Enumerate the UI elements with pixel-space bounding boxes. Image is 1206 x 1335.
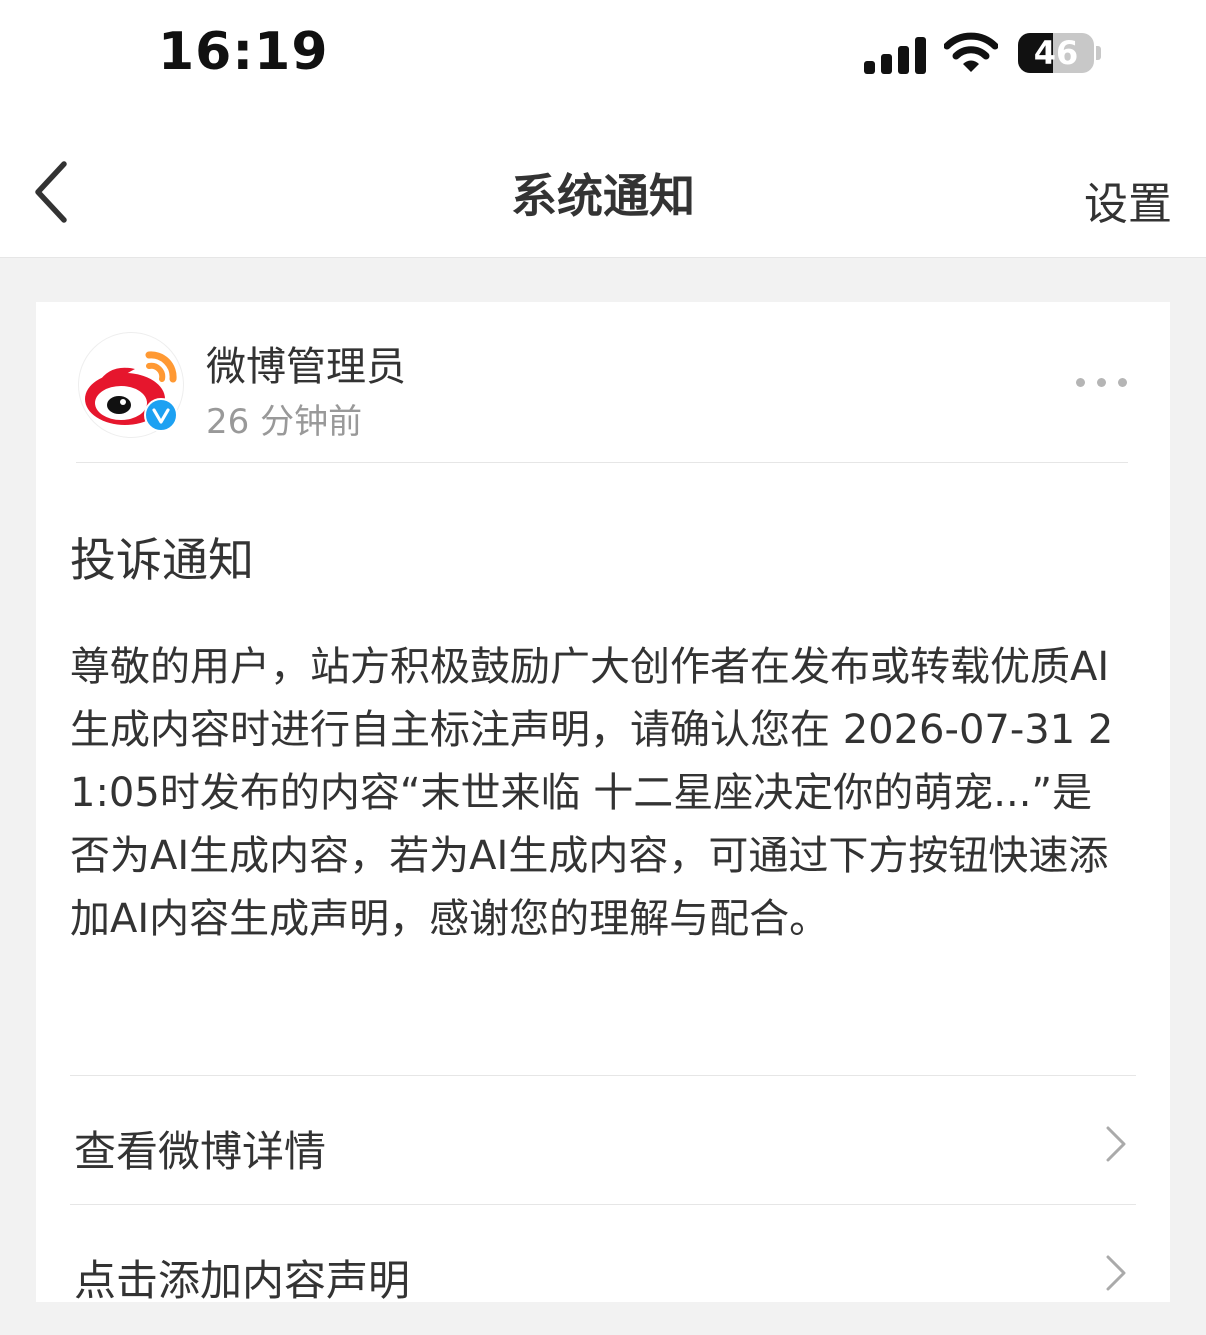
view-weibo-details-button[interactable]: 查看微博详情 bbox=[70, 1078, 1136, 1206]
battery-percent: 46 bbox=[1033, 34, 1079, 72]
page-title: 系统通知 bbox=[511, 169, 695, 223]
battery-tip bbox=[1096, 46, 1101, 60]
add-content-declaration-button[interactable]: 点击添加内容声明 bbox=[70, 1207, 1136, 1335]
more-dots-icon bbox=[1076, 378, 1085, 387]
cellular-signal-icon bbox=[864, 36, 926, 74]
action-label: 查看微博详情 bbox=[74, 1127, 327, 1176]
status-time: 16:19 bbox=[158, 22, 329, 82]
chevron-right-icon bbox=[1106, 1126, 1126, 1162]
divider bbox=[76, 462, 1128, 463]
wifi-icon bbox=[943, 32, 999, 74]
more-dots-icon bbox=[1118, 378, 1127, 387]
divider bbox=[70, 1075, 1136, 1076]
action-label: 点击添加内容声明 bbox=[74, 1256, 411, 1305]
chevron-right-icon bbox=[1106, 1255, 1126, 1291]
more-options-button[interactable] bbox=[1072, 374, 1132, 394]
divider bbox=[70, 1204, 1136, 1205]
notice-body: 尊敬的用户，站方积极鼓励广大创作者在发布或转载优质AI生成内容时进行自主标注声明… bbox=[70, 644, 1114, 942]
status-bar: 16:19 46 bbox=[0, 0, 1206, 112]
nav-bar: 系统通知 设置 bbox=[0, 112, 1206, 258]
message-timestamp: 26 分钟前 bbox=[206, 402, 363, 442]
notice-title: 投诉通知 bbox=[70, 533, 254, 587]
battery-icon: 46 bbox=[1018, 33, 1094, 73]
sender-name[interactable]: 微博管理员 bbox=[206, 334, 406, 392]
notification-card: 微博管理员 26 分钟前 投诉通知 尊敬的用户，站方积极鼓励广大创作者在发布或转… bbox=[36, 302, 1170, 1305]
settings-button[interactable]: 设置 bbox=[1084, 168, 1172, 232]
verified-badge-icon bbox=[144, 398, 178, 432]
more-dots-icon bbox=[1097, 378, 1106, 387]
